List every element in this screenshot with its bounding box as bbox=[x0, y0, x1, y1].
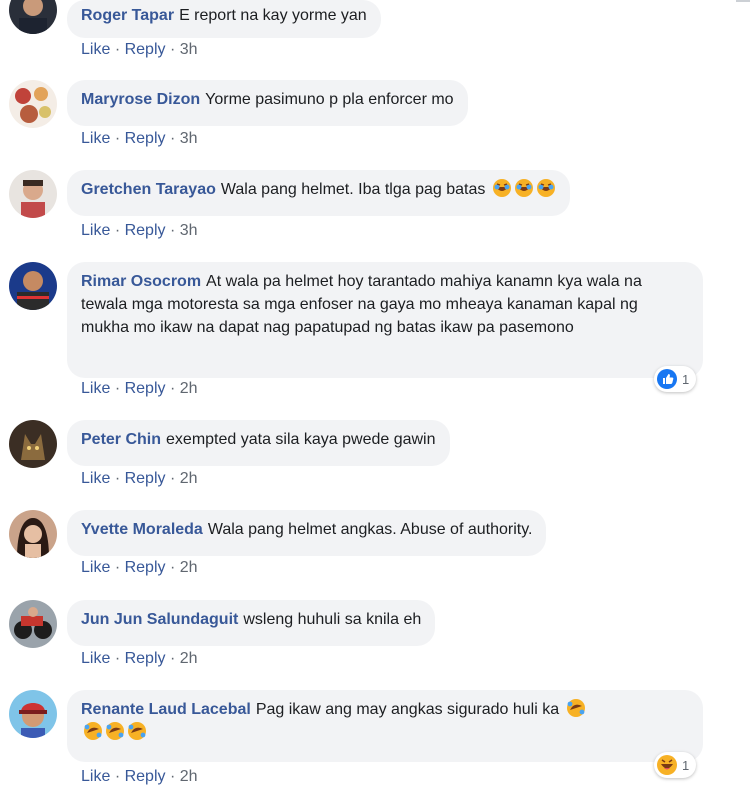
comment-bubble: Jun Jun Salundaguit wsleng huhuli sa knil… bbox=[67, 600, 436, 646]
comment-actions: Like · Reply · 2h bbox=[81, 768, 198, 786]
comment-bubble: Gretchen Tarayao Wala pang helmet. Iba tl… bbox=[67, 170, 570, 216]
comment-time[interactable]: 2h bbox=[180, 470, 198, 487]
comment-text: Pag ikaw ang may angkas sigurado huli ka bbox=[255, 701, 560, 718]
comment-author[interactable]: Yvette Moraleda bbox=[81, 521, 203, 538]
comment-bubble: Yvette Moraleda Wala pang helmet angkas. … bbox=[67, 510, 547, 556]
separator: · bbox=[114, 130, 121, 147]
comment-text: Wala pang helmet angkas. Abuse of author… bbox=[207, 521, 533, 538]
like-link[interactable]: Like bbox=[81, 650, 110, 667]
comment-actions: Like · Reply · 2h bbox=[81, 650, 198, 668]
comment-author[interactable]: Gretchen Tarayao bbox=[81, 181, 216, 198]
reply-link[interactable]: Reply bbox=[125, 768, 166, 785]
separator: · bbox=[114, 222, 121, 239]
avatar[interactable] bbox=[9, 420, 57, 468]
laughing-emoji-icon bbox=[492, 179, 511, 197]
reaction-badge[interactable]: 1 bbox=[654, 752, 697, 778]
like-reaction-icon bbox=[657, 369, 677, 389]
comment-text: exempted yata sila kaya pwede gawin bbox=[166, 431, 436, 448]
comment-bubble: Roger Tapar E report na kay yorme yan bbox=[67, 0, 381, 38]
comment-bubble: Peter Chin exempted yata sila kaya pwede … bbox=[67, 420, 450, 466]
comment-actions: Like · Reply · 3h bbox=[81, 222, 198, 240]
avatar[interactable] bbox=[9, 262, 57, 310]
reply-link[interactable]: Reply bbox=[125, 470, 166, 487]
separator: · bbox=[169, 222, 176, 239]
separator: · bbox=[114, 470, 121, 487]
reply-link[interactable]: Reply bbox=[125, 559, 166, 576]
reply-link[interactable]: Reply bbox=[125, 650, 166, 667]
avatar[interactable] bbox=[9, 510, 57, 558]
separator: · bbox=[114, 768, 121, 785]
separator: · bbox=[114, 380, 121, 397]
separator: · bbox=[169, 380, 176, 397]
comment-time[interactable]: 3h bbox=[180, 41, 198, 58]
separator: · bbox=[114, 559, 121, 576]
avatar[interactable] bbox=[9, 600, 57, 648]
comment-text: Wala pang helmet. Iba tlga pag batas bbox=[220, 181, 486, 198]
avatar[interactable] bbox=[9, 170, 57, 218]
reply-link[interactable]: Reply bbox=[125, 41, 166, 58]
reaction-count: 1 bbox=[682, 371, 690, 387]
reaction-count: 1 bbox=[682, 757, 690, 773]
comment-author[interactable]: Jun Jun Salundaguit bbox=[81, 611, 238, 628]
comment-bubble: Renante Laud Lacebal Pag ikaw ang may ang… bbox=[67, 690, 703, 762]
comment-author[interactable]: Renante Laud Lacebal bbox=[81, 701, 251, 718]
separator: · bbox=[169, 130, 176, 147]
haha-reaction-icon bbox=[657, 755, 677, 775]
comment-actions: Like · Reply · 2h bbox=[81, 470, 198, 488]
like-link[interactable]: Like bbox=[81, 41, 110, 58]
laughing-emoji-icon bbox=[514, 179, 533, 197]
separator: · bbox=[169, 470, 176, 487]
top-divider bbox=[736, 0, 750, 2]
comment-time[interactable]: 2h bbox=[180, 650, 198, 667]
comment-time[interactable]: 3h bbox=[180, 130, 198, 147]
avatar[interactable] bbox=[9, 0, 57, 34]
comment-bubble: Rimar Osocrom At wala pa helmet hoy taran… bbox=[67, 262, 703, 378]
comment-actions: Like · Reply · 2h bbox=[81, 559, 198, 577]
rofl-emoji-icon bbox=[84, 722, 102, 740]
avatar[interactable] bbox=[9, 690, 57, 738]
rofl-emoji-icon bbox=[566, 699, 585, 717]
comment-time[interactable]: 2h bbox=[180, 768, 198, 785]
comment-author[interactable]: Peter Chin bbox=[81, 431, 161, 448]
separator: · bbox=[169, 650, 176, 667]
comment-author[interactable]: Roger Tapar bbox=[81, 7, 174, 24]
comment-actions: Like · Reply · 2h bbox=[81, 380, 198, 398]
separator: · bbox=[169, 41, 176, 58]
comment-text: E report na kay yorme yan bbox=[179, 7, 367, 24]
comment-actions: Like · Reply · 3h bbox=[81, 130, 198, 148]
comment-bubble: Maryrose Dizon Yorme pasimuno p pla enfor… bbox=[67, 80, 468, 126]
comment-author[interactable]: Rimar Osocrom bbox=[81, 273, 201, 290]
comment-time[interactable]: 3h bbox=[180, 222, 198, 239]
separator: · bbox=[169, 768, 176, 785]
comment-text: wsleng huhuli sa knila eh bbox=[243, 611, 422, 628]
reply-link[interactable]: Reply bbox=[125, 380, 166, 397]
comment-author[interactable]: Maryrose Dizon bbox=[81, 91, 200, 108]
laughing-emoji-icon bbox=[536, 179, 555, 197]
comment-time[interactable]: 2h bbox=[180, 380, 198, 397]
separator: · bbox=[114, 650, 121, 667]
comment-time[interactable]: 2h bbox=[180, 559, 198, 576]
separator: · bbox=[169, 559, 176, 576]
avatar[interactable] bbox=[9, 80, 57, 128]
reply-link[interactable]: Reply bbox=[125, 222, 166, 239]
comment-text: Yorme pasimuno p pla enforcer mo bbox=[205, 91, 454, 108]
rofl-emoji-icon bbox=[106, 722, 124, 740]
like-link[interactable]: Like bbox=[81, 470, 110, 487]
like-link[interactable]: Like bbox=[81, 768, 110, 785]
separator: · bbox=[114, 41, 121, 58]
reply-link[interactable]: Reply bbox=[125, 130, 166, 147]
like-link[interactable]: Like bbox=[81, 130, 110, 147]
like-link[interactable]: Like bbox=[81, 559, 110, 576]
comment-actions: Like · Reply · 3h bbox=[81, 41, 198, 59]
like-link[interactable]: Like bbox=[81, 380, 110, 397]
reaction-badge[interactable]: 1 bbox=[654, 366, 697, 392]
like-link[interactable]: Like bbox=[81, 222, 110, 239]
rofl-emoji-icon bbox=[128, 722, 146, 740]
